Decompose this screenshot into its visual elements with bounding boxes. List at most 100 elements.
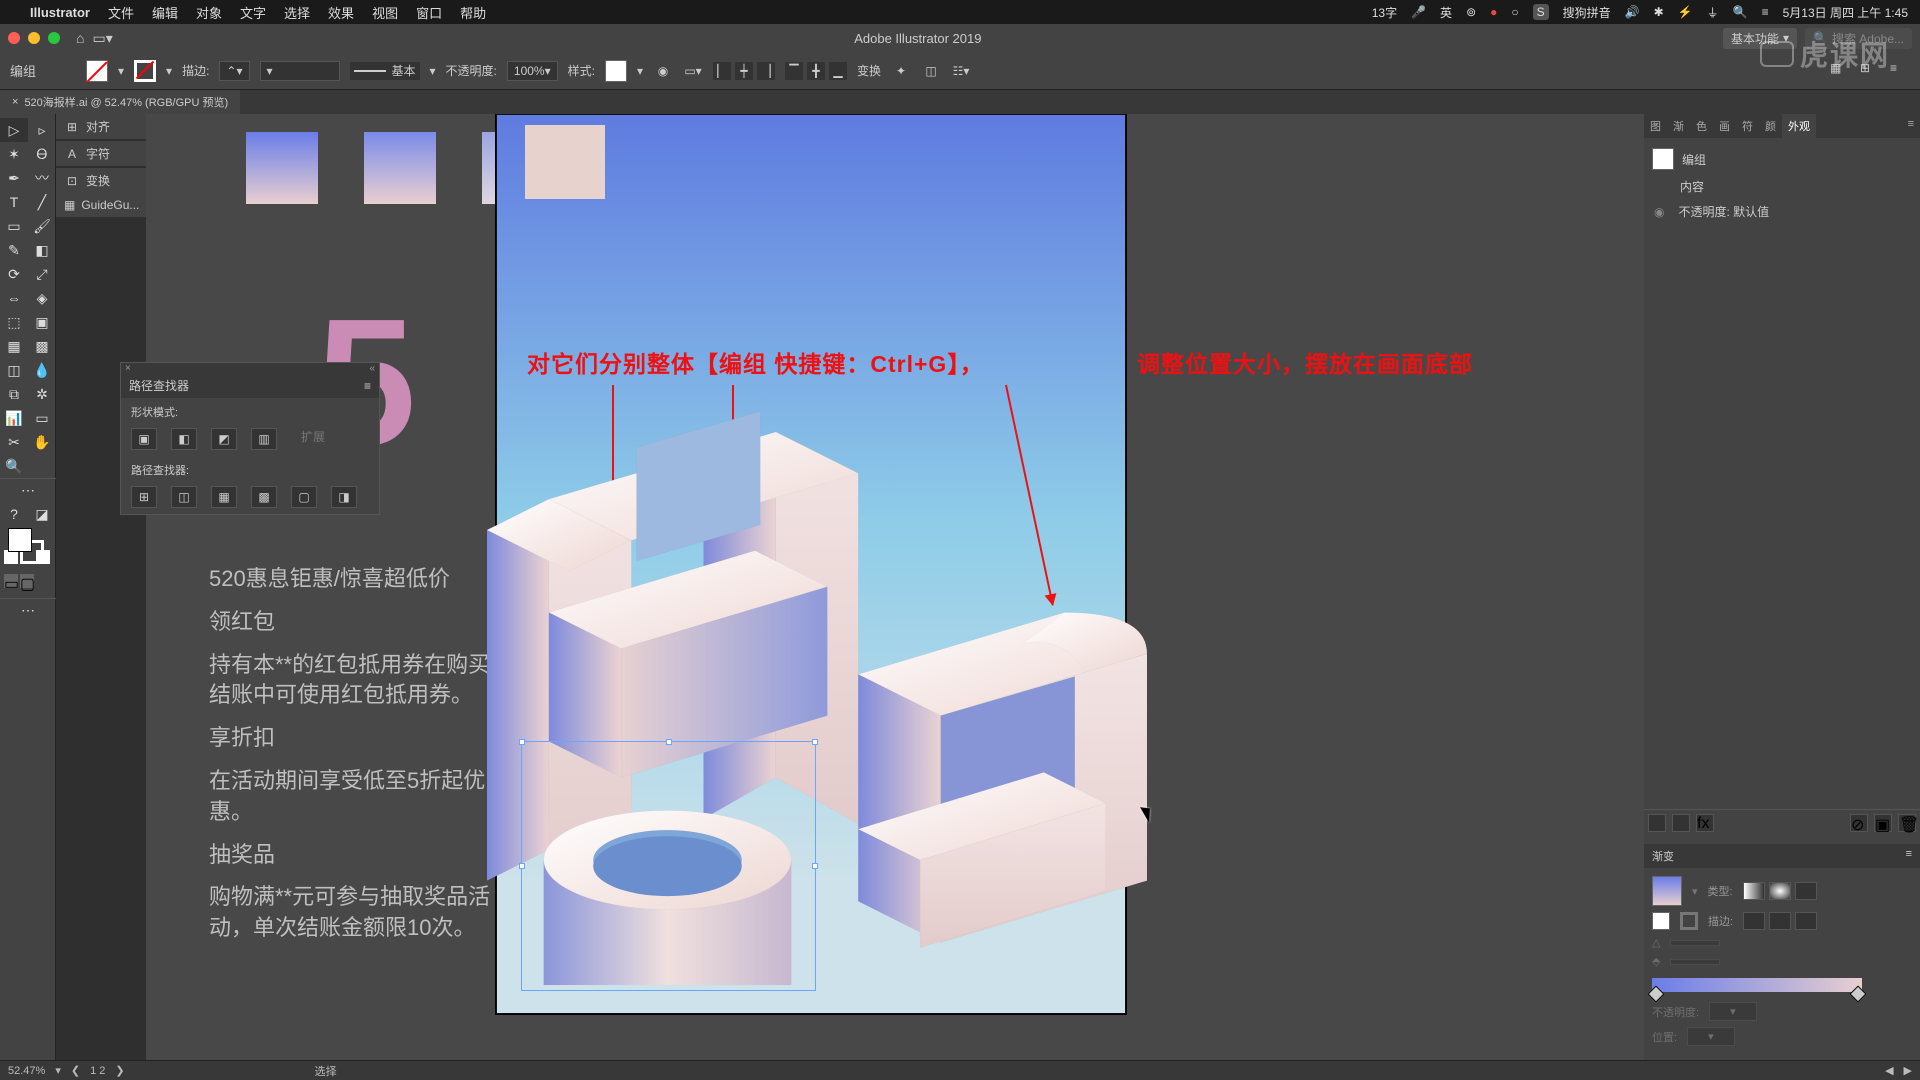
shape-builder-tool[interactable]: ⬚ (0, 310, 28, 334)
pathfinder-panel[interactable]: ×« 路径查找器≡ 形状模式: ▣ ◧ ◩ ▥ 扩展 路径查找器: ⊞ ◫ ▦ … (120, 362, 380, 515)
close-window[interactable] (8, 32, 20, 44)
gradient-linear[interactable] (1743, 882, 1765, 900)
visibility-icon[interactable]: ◉ (1654, 205, 1664, 219)
stroke-grad-1[interactable] (1743, 912, 1765, 930)
menu-edit[interactable]: 编辑 (152, 3, 178, 22)
sound-icon[interactable]: 🔊 (1625, 5, 1640, 19)
align-top[interactable]: ▔ (785, 62, 803, 80)
swatch-1[interactable] (246, 132, 318, 204)
battery-icon[interactable]: ⚡ (1678, 5, 1693, 19)
screen-mode-normal[interactable]: ▭ (4, 574, 18, 588)
pathfinder-menu-icon[interactable]: ≡ (364, 379, 371, 393)
toggle-fill-stroke[interactable]: ◪ (28, 502, 56, 526)
symbol-sprayer-tool[interactable]: ✲ (28, 382, 56, 406)
arrange-docs-icon[interactable]: ▭▾ (92, 30, 112, 47)
transform-label[interactable]: 变换 (857, 62, 881, 79)
stop-opacity[interactable]: ▾ (1709, 1002, 1757, 1021)
zoom-level[interactable]: 52.47% (8, 1065, 45, 1077)
recolor-icon[interactable]: ◉ (653, 61, 673, 81)
obs-icon[interactable]: ⊚ (1466, 5, 1476, 19)
edit-toolbox[interactable]: ⋯ (0, 598, 56, 622)
canvas[interactable]: 5 520惠息钜惠/惊喜超低价 领红包 持有本**的红包抵用券在购买结账中可使用… (146, 114, 1644, 1060)
home-icon[interactable]: ⌂ (76, 30, 84, 46)
stroke-grad-2[interactable] (1769, 912, 1791, 930)
curvature-tool[interactable]: 〰 (28, 166, 56, 190)
panel-menu-icon[interactable]: ≡ (1890, 61, 1910, 81)
transform-panel-tab[interactable]: ⊡变换 (56, 168, 146, 193)
stroke-profile[interactable]: ▾ (260, 61, 340, 81)
zoom-dd[interactable]: ▾ (55, 1064, 61, 1077)
perspective-tool[interactable]: ▦ (0, 334, 28, 358)
tab-color[interactable]: 颜 (1759, 114, 1782, 138)
appearance-thumb[interactable] (1652, 148, 1674, 170)
toolbox-edit[interactable]: ⋯ (0, 478, 56, 502)
document-tab[interactable]: × 520海报样.ai @ 52.47% (RGB/GPU 预览) (0, 90, 240, 114)
sogou-label[interactable]: 搜狗拼音 (1563, 4, 1611, 21)
workspace-switcher[interactable]: 基本功能▾ (1723, 28, 1797, 49)
appearance-contents[interactable]: 内容 (1680, 178, 1704, 195)
gradient-fill-toggle[interactable] (1652, 912, 1670, 930)
clock[interactable]: 5月13日 周四 上午 1:45 (1783, 4, 1908, 21)
gradient-aspect[interactable] (1670, 959, 1720, 965)
stop-position[interactable]: ▾ (1687, 1027, 1735, 1046)
align-hcenter[interactable]: ┿ (735, 62, 753, 80)
scroll-right-icon[interactable]: ▶ (1904, 1064, 1912, 1077)
pf-intersect[interactable]: ◩ (211, 428, 237, 450)
menu-effect[interactable]: 效果 (328, 3, 354, 22)
align-panel-tab[interactable]: ⊞对齐 (56, 114, 146, 139)
paintbrush-tool[interactable]: 🖌 (28, 214, 56, 238)
menu-select[interactable]: 选择 (284, 3, 310, 22)
tab-appearance[interactable]: 外观 (1782, 114, 1816, 138)
pf-close-icon[interactable]: × (125, 363, 131, 373)
hand-tool[interactable]: ✋ (28, 430, 56, 454)
clear-icon[interactable]: ⊘ (1850, 814, 1868, 832)
stroke-swatch-dd[interactable]: ▾ (166, 64, 172, 78)
shape-icon[interactable]: ◫ (921, 61, 941, 81)
gradient-radial[interactable] (1769, 882, 1791, 900)
search-field[interactable]: 🔍 搜索 Adobe... (1805, 28, 1912, 49)
line-tool[interactable]: ╱ (28, 190, 56, 214)
style-dd[interactable]: ▾ (637, 64, 643, 78)
wifi-icon[interactable]: ⏚ (1707, 4, 1719, 21)
live-paint-tool[interactable]: ▣ (28, 310, 56, 334)
tab-layers[interactable]: 图 (1644, 114, 1667, 138)
slice-tool[interactable]: ✂ (0, 430, 28, 454)
eraser-tool[interactable]: ◧ (28, 238, 56, 262)
pf-collapse-icon[interactable]: « (369, 363, 375, 373)
artboard-nav[interactable]: 1 2 (90, 1065, 105, 1077)
artboard-tool[interactable]: ▭ (28, 406, 56, 430)
ime-indicator[interactable]: 英 (1440, 4, 1452, 21)
artboard[interactable]: 对它们分别整体【编组 快捷键：Ctrl+G】， 调整位置大小，摆放在画面底部 (496, 114, 1126, 1014)
free-transform-tool[interactable]: ◈ (28, 286, 56, 310)
gradient-angle[interactable] (1670, 940, 1720, 946)
guideguide-panel-tab[interactable]: ▦GuideGu... (56, 193, 146, 217)
wechat-icon[interactable]: ○ (1511, 5, 1518, 19)
direct-selection-tool[interactable]: ▹ (28, 118, 56, 142)
app-name[interactable]: Illustrator (30, 5, 90, 20)
artboard-swatch[interactable] (525, 125, 605, 199)
input-count[interactable]: 13字 (1372, 4, 1397, 21)
color-mode-none[interactable] (36, 550, 50, 564)
pf-minus-front[interactable]: ◧ (171, 428, 197, 450)
gradient-menu-icon[interactable]: ≡ (1906, 848, 1912, 860)
gradient-preview[interactable] (1652, 876, 1682, 906)
help-icon[interactable]: ? (0, 502, 28, 526)
gradient-slider[interactable] (1652, 978, 1862, 992)
artboard-nav-prev[interactable]: ❮ (71, 1064, 80, 1077)
column-graph-tool[interactable]: 📊 (0, 406, 28, 430)
fill-box[interactable] (8, 528, 32, 552)
spotlight-icon[interactable]: 🔍 (1733, 5, 1748, 19)
menu-window[interactable]: 窗口 (416, 3, 442, 22)
stroke-weight[interactable]: ⌃ ▾ (219, 61, 249, 81)
add-fill-icon[interactable] (1672, 814, 1690, 832)
menu-type[interactable]: 文字 (240, 3, 266, 22)
add-stroke-icon[interactable] (1648, 814, 1666, 832)
rectangle-tool[interactable]: ▭ (0, 214, 28, 238)
snap-icon[interactable]: ⊞ (1860, 61, 1880, 81)
menu-help[interactable]: 帮助 (460, 3, 486, 22)
pf-minus-back[interactable]: ◨ (331, 486, 357, 508)
arrange-icon[interactable]: ☷▾ (951, 61, 971, 81)
menu-file[interactable]: 文件 (108, 3, 134, 22)
stroke-grad-3[interactable] (1795, 912, 1817, 930)
gradient-title[interactable]: 渐变 (1652, 851, 1674, 863)
